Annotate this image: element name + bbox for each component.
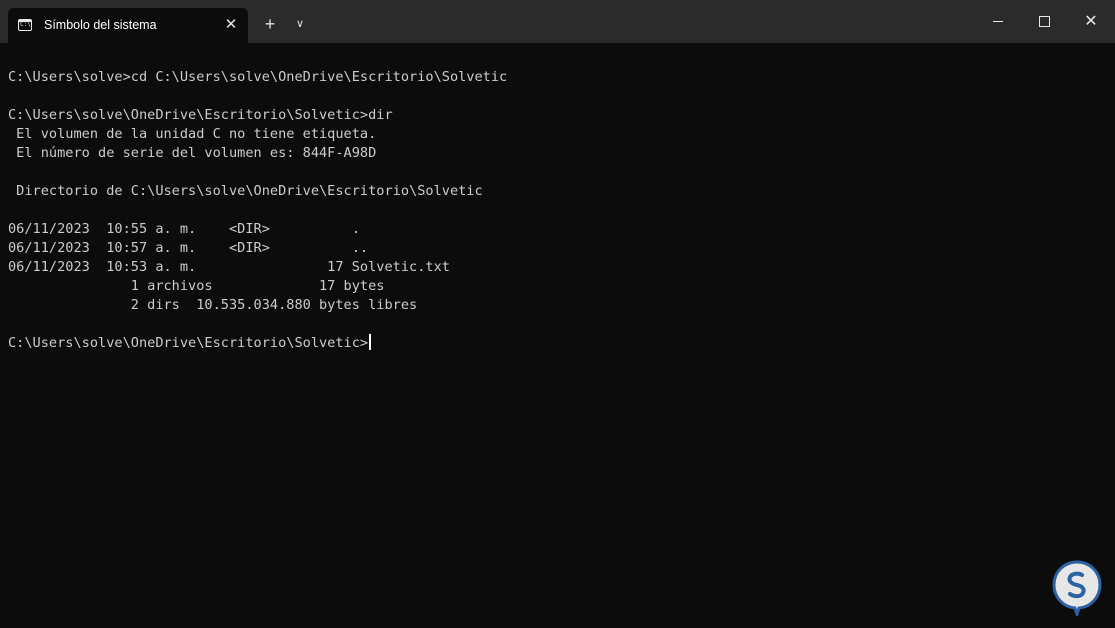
close-tab-icon[interactable]: ✕ (222, 15, 240, 35)
close-button[interactable]: ✕ (1068, 0, 1114, 43)
terminal-output[interactable]: C:\Users\solve>cd C:\Users\solve\OneDriv… (8, 49, 1108, 619)
terminal-line: El número de serie del volumen es: 844F-… (8, 145, 377, 161)
solvetic-logo (1052, 560, 1102, 616)
terminal-window: C:\ Símbolo del sistema ✕ + ∨ ✕ C:\Users… (0, 0, 1115, 628)
terminal-line: Directorio de C:\Users\solve\OneDrive\Es… (8, 183, 483, 199)
tab-simbolo-del-sistema[interactable]: C:\ Símbolo del sistema ✕ (8, 8, 248, 43)
tab-title: Símbolo del sistema (44, 18, 157, 32)
terminal-line: C:\Users\solve\OneDrive\Escritorio\Solve… (8, 334, 1108, 353)
terminal-line: 2 dirs 10.535.034.880 bytes libres (8, 297, 418, 313)
text-cursor (369, 334, 372, 350)
chevron-down-icon[interactable]: ∨ (289, 13, 311, 35)
title-bar[interactable]: C:\ Símbolo del sistema ✕ + ∨ ✕ (0, 0, 1115, 43)
terminal-line: C:\Users\solve>cd C:\Users\solve\OneDriv… (8, 69, 508, 85)
maximize-button[interactable] (1021, 0, 1067, 43)
minimize-button[interactable] (975, 0, 1021, 43)
minimize-icon (993, 21, 1003, 22)
terminal-line: 06/11/2023 10:53 a. m. 17 Solvetic.txt (8, 259, 450, 275)
new-tab-button[interactable]: + (258, 13, 282, 35)
terminal-line: 1 archivos 17 bytes (8, 278, 385, 294)
maximize-icon (1039, 16, 1050, 27)
terminal-line: El volumen de la unidad C no tiene etiqu… (8, 126, 377, 142)
terminal-line: C:\Users\solve\OneDrive\Escritorio\Solve… (8, 107, 393, 123)
close-icon: ✕ (1084, 13, 1098, 30)
terminal-line: 06/11/2023 10:57 a. m. <DIR> .. (8, 240, 369, 256)
terminal-icon: C:\ (18, 19, 32, 31)
terminal-line: 06/11/2023 10:55 a. m. <DIR> . (8, 221, 360, 237)
